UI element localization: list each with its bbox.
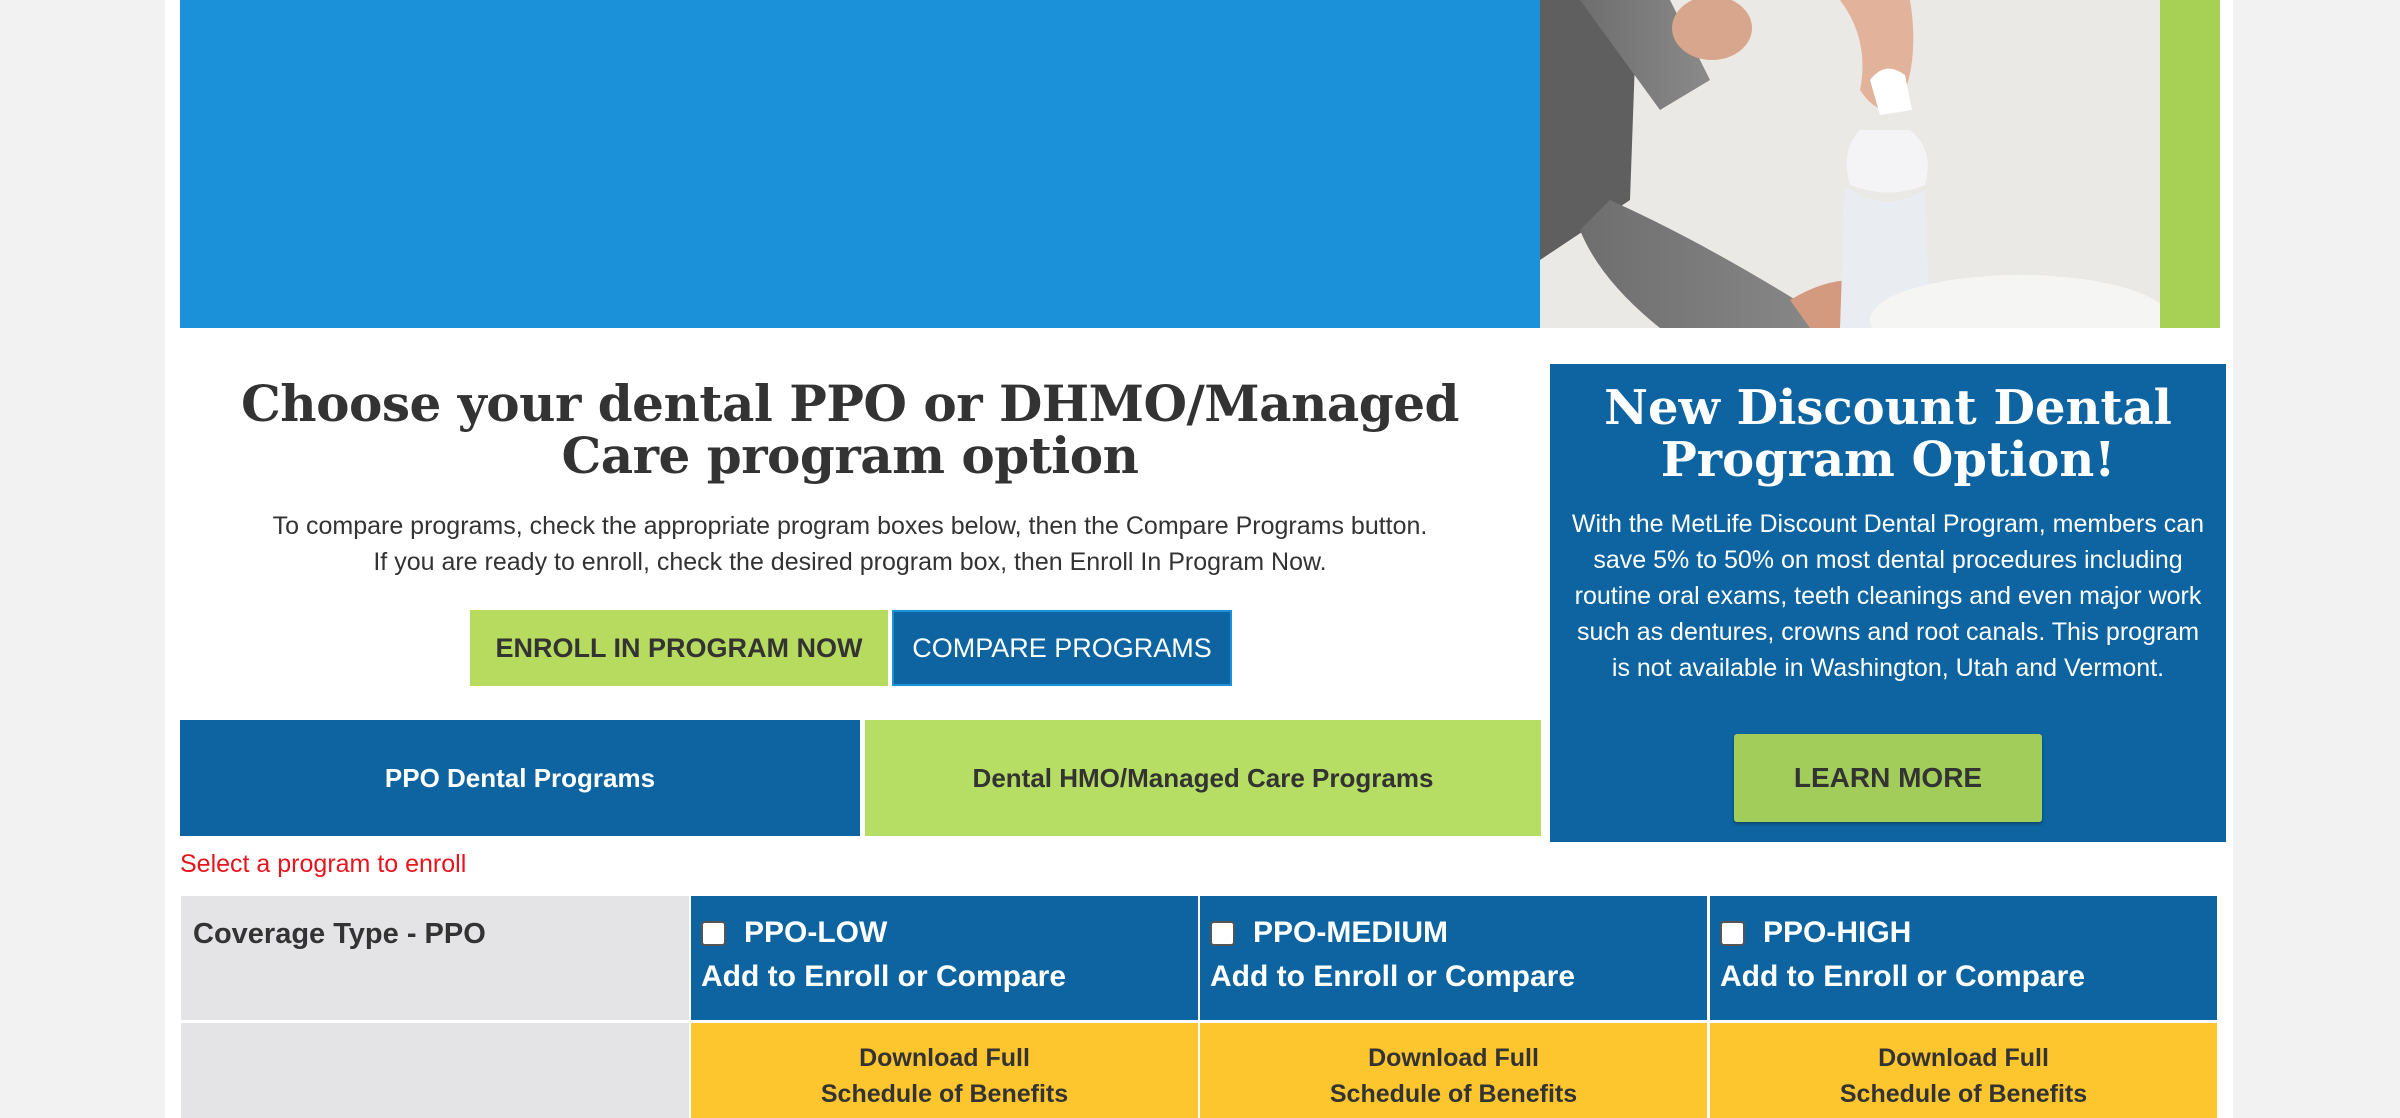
plan-action-text: Add to Enroll or Compare bbox=[1720, 960, 2086, 993]
hero-photo-illustration bbox=[1540, 0, 2160, 328]
instructions: To compare programs, check the appropria… bbox=[180, 508, 1520, 580]
page-title: Choose your dental PPO or DHMO/Managed C… bbox=[241, 374, 1460, 485]
download-benefits-ppo-medium[interactable]: Download Full Schedule of Benefits bbox=[1200, 1023, 1707, 1118]
promo-description: With the MetLife Discount Dental Program… bbox=[1571, 510, 2205, 682]
download-benefits-ppo-high[interactable]: Download Full Schedule of Benefits bbox=[1710, 1023, 2217, 1118]
plan-header-ppo-medium: PPO-MEDIUM Add to Enroll or Compare bbox=[1200, 896, 1707, 1020]
plan-action-text: Add to Enroll or Compare bbox=[1210, 960, 1576, 993]
hero-accent-bar bbox=[2160, 0, 2220, 328]
select-program-warning: Select a program to enroll bbox=[180, 850, 467, 878]
download-benefits-ppo-low[interactable]: Download Full Schedule of Benefits bbox=[691, 1023, 1198, 1118]
tab-dhmo-managed-care-programs[interactable]: Dental HMO/Managed Care Programs bbox=[865, 720, 1541, 836]
hero-banner bbox=[180, 0, 1540, 328]
enroll-now-button[interactable]: ENROLL IN PROGRAM NOW bbox=[470, 610, 888, 686]
plan-name: PPO-MEDIUM bbox=[1253, 916, 1448, 949]
plan-header-ppo-low: PPO-LOW Add to Enroll or Compare bbox=[691, 896, 1198, 1020]
promo-title: New Discount Dental Program Option! bbox=[1604, 380, 2172, 488]
instruction-line-enroll: If you are ready to enroll, check the de… bbox=[373, 548, 1327, 576]
compare-programs-button[interactable]: COMPARE PROGRAMS bbox=[892, 610, 1232, 686]
learn-more-button[interactable]: LEARN MORE bbox=[1734, 734, 2042, 822]
coverage-type-label: Coverage Type - PPO bbox=[193, 918, 486, 950]
plan-name: PPO-LOW bbox=[744, 916, 888, 949]
instruction-line-compare: To compare programs, check the appropria… bbox=[272, 512, 1428, 540]
plan-name: PPO-HIGH bbox=[1763, 916, 1912, 949]
ppo-low-checkbox[interactable] bbox=[701, 920, 726, 946]
ppo-medium-checkbox[interactable] bbox=[1210, 920, 1235, 946]
plan-action-text: Add to Enroll or Compare bbox=[701, 960, 1067, 993]
table-row-label-empty bbox=[181, 1023, 689, 1118]
plan-header-ppo-high: PPO-HIGH Add to Enroll or Compare bbox=[1710, 896, 2217, 1020]
discount-program-promo: New Discount Dental Program Option! With… bbox=[1550, 364, 2226, 842]
tab-ppo-dental-programs[interactable]: PPO Dental Programs bbox=[180, 720, 860, 836]
hero-photo bbox=[1540, 0, 2160, 328]
coverage-type-header: Coverage Type - PPO bbox=[181, 896, 689, 1020]
ppo-high-checkbox[interactable] bbox=[1720, 920, 1745, 946]
